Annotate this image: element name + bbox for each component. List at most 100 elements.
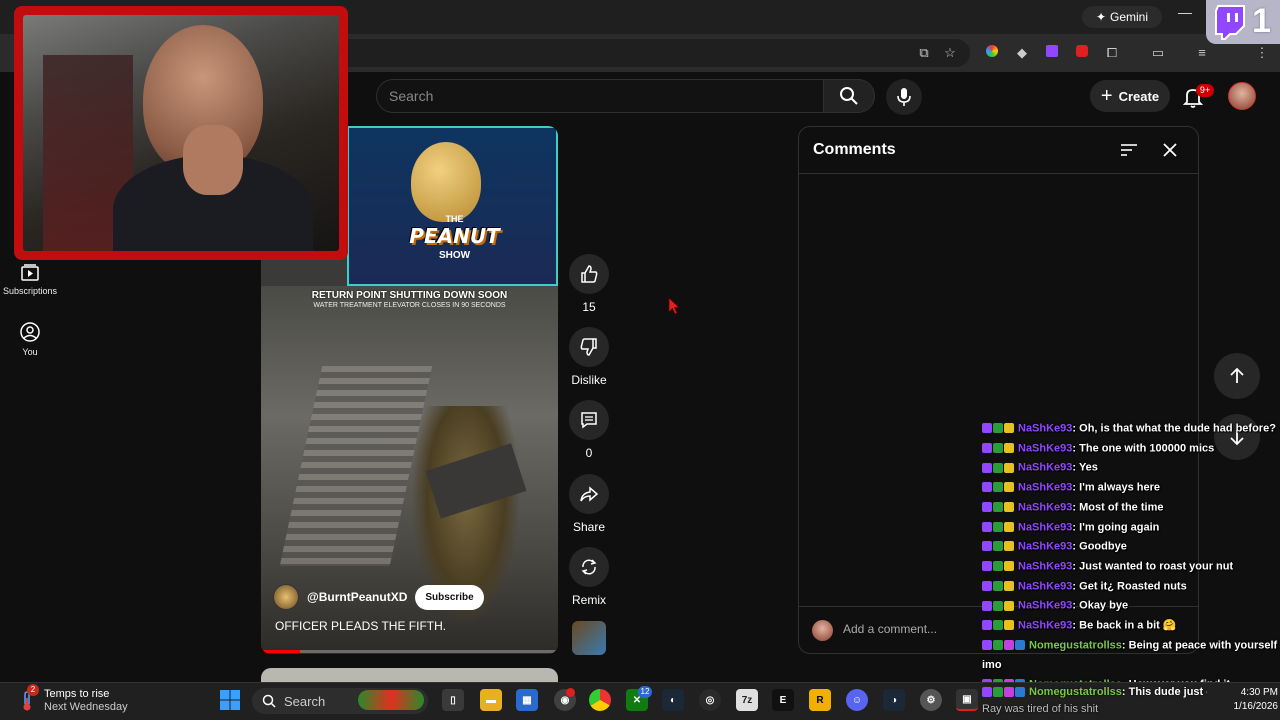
extension-twitch-icon[interactable] [1042, 43, 1062, 63]
chat-username: NaShKe93 [1018, 481, 1073, 494]
clock-time: 4:30 PM [1240, 687, 1278, 698]
seven-zip-icon[interactable]: 7z [736, 689, 758, 711]
chat-message: NaShKe93: Get it¿ Roasted nuts [982, 577, 1280, 597]
extension-red-icon[interactable] [1072, 43, 1092, 63]
steam-icon-2[interactable]: ◑ [883, 689, 905, 711]
xbox-badge: 12 [638, 686, 652, 698]
chat-message: NaShKe93: Okay bye [982, 596, 1280, 616]
channel-name[interactable]: @BurntPeanutXD [307, 590, 407, 604]
start-button[interactable] [219, 689, 241, 711]
sparkle-icon: ✦ [1095, 10, 1107, 24]
steam-icon[interactable]: ◐ [662, 689, 684, 711]
weather-subtitle: Next Wednesday [44, 701, 128, 713]
chat-badges [982, 458, 1015, 477]
video-progress-bar[interactable] [261, 650, 558, 653]
hud-title: RETURN POINT SHUTTING DOWN SOON [311, 290, 508, 301]
chat-username: NaShKe93 [1018, 442, 1073, 455]
chat-message: Nomegustatrollss: Being at peace with yo… [982, 636, 1280, 675]
chat-message: Nomegustatrollss: This dude just down wi… [982, 686, 1207, 698]
sort-icon [1121, 144, 1137, 156]
create-label: Create [1118, 88, 1160, 104]
chat-text: : Goodbye [1072, 540, 1127, 553]
bookmark-star-icon[interactable]: ☆ [940, 43, 960, 63]
video-caption: OFFICER PLEADS THE FIFTH. [275, 619, 447, 633]
chat-username: NaShKe93 [1018, 619, 1073, 632]
create-button[interactable]: + Create [1090, 80, 1170, 112]
chat-badges [982, 478, 1015, 497]
twitch-chat-overlay: NaShKe93: Oh, is that what the dude had … [982, 419, 1280, 695]
discord-icon[interactable]: ☺ [846, 689, 868, 711]
file-explorer-icon[interactable]: ▬ [480, 689, 502, 711]
subscribe-button[interactable]: Subscribe [415, 584, 484, 610]
previous-short-button[interactable] [1214, 353, 1260, 399]
chat-message: NaShKe93: Just wanted to roast your nut [982, 557, 1280, 577]
share-button[interactable]: Share [566, 474, 612, 534]
peanut-show-banner: THE PEANUT SHOW [347, 126, 558, 286]
streamer-webcam [14, 6, 348, 260]
obs-app-icon[interactable]: ▣ [956, 689, 978, 711]
chat-message: NaShKe93: Goodbye [982, 537, 1280, 557]
app-spiral-icon[interactable]: ◎ [699, 689, 721, 711]
plus-icon: + [1100, 85, 1113, 107]
chrome-icon[interactable] [589, 689, 611, 711]
arrow-up-icon [1230, 367, 1244, 383]
sidebar-item-label: Subscriptions [2, 286, 58, 296]
comments-button[interactable]: 0 [566, 400, 612, 460]
sidebar-item-subscriptions[interactable]: Subscriptions [0, 262, 60, 296]
chat-username: NaShKe93 [1018, 422, 1073, 435]
install-app-icon[interactable]: ⧉ [914, 43, 934, 63]
close-comments-button[interactable] [1160, 140, 1180, 160]
account-avatar[interactable] [1228, 82, 1256, 110]
chat-message: NaShKe93: Oh, is that what the dude had … [982, 419, 1280, 439]
search-icon [840, 87, 858, 105]
task-view-icon[interactable]: ▯ [442, 689, 464, 711]
remix-button[interactable]: Remix [566, 547, 612, 607]
dislike-button[interactable]: Dislike [566, 327, 612, 387]
channel-row: @BurntPeanutXD Subscribe [273, 582, 484, 612]
chat-text: : Okay bye [1072, 599, 1129, 612]
extension-color-icon[interactable] [982, 43, 1002, 63]
like-button[interactable]: 15 [566, 254, 612, 314]
chat-text: : This dude just down with [1121, 686, 1207, 698]
chat-text: : I'm going again [1072, 521, 1160, 534]
search-highlight-icon [358, 690, 424, 710]
audio-source-thumbnail[interactable] [572, 621, 606, 655]
remix-label: Remix [571, 593, 606, 607]
channel-avatar[interactable] [273, 584, 299, 610]
comments-header-divider [799, 173, 1198, 174]
sidebar-item-you[interactable]: You [0, 321, 60, 357]
chat-badges [982, 686, 1026, 698]
webcam-feed [23, 15, 339, 251]
search-button[interactable] [823, 79, 875, 113]
extensions-puzzle-icon[interactable]: ⧠ [1102, 43, 1122, 63]
chat-message: NaShKe93: Most of the time [982, 498, 1280, 518]
chat-text: : The one with 100000 mics [1072, 442, 1215, 455]
chat-badges [982, 557, 1015, 576]
sort-comments-button[interactable] [1119, 140, 1139, 160]
extension-diamond-icon[interactable]: ◆ [1012, 43, 1032, 63]
system-clock[interactable]: 4:30 PM 1/16/2026 [1212, 686, 1279, 714]
close-icon [1163, 143, 1177, 157]
chat-badges [982, 636, 1026, 655]
address-bar[interactable] [330, 39, 970, 67]
like-count: 15 [582, 300, 596, 314]
show-logo-bottom: SHOW [438, 250, 471, 261]
microsoft-store-icon[interactable]: ▦ [516, 689, 538, 711]
settings-gear-icon[interactable]: ⚙ [920, 689, 942, 711]
add-comment-input[interactable]: Add a comment... [843, 622, 937, 636]
reading-list-icon[interactable]: ≡ [1192, 43, 1212, 63]
voice-search-button[interactable] [886, 79, 922, 115]
epic-games-icon[interactable]: E [772, 689, 794, 711]
chat-username: NaShKe93 [1018, 540, 1073, 553]
gemini-label: Gemini [1110, 10, 1149, 24]
split-view-icon[interactable]: ▭ [1148, 43, 1168, 63]
next-short-preview[interactable] [261, 668, 558, 682]
chat-username: NaShKe93 [1018, 599, 1073, 612]
rockstar-icon[interactable]: R [809, 689, 831, 711]
search-input[interactable]: Search [376, 79, 824, 113]
minimize-window-button[interactable]: — [1176, 4, 1194, 24]
dislike-circle [569, 327, 609, 367]
browser-menu-icon[interactable]: ⋮ [1252, 43, 1272, 63]
hud-subtitle: WATER TREATMENT ELEVATOR CLOSES IN 90 SE… [313, 302, 506, 309]
gemini-button[interactable]: ✦ Gemini [1082, 6, 1162, 28]
